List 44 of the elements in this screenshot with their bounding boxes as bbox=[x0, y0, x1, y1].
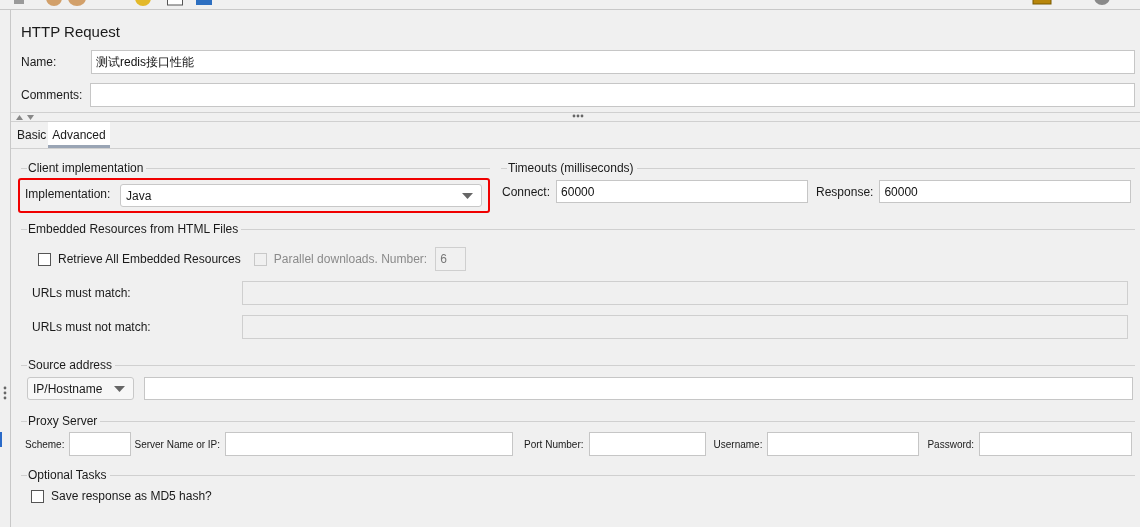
field-label: Connect: bbox=[502, 184, 551, 199]
group-title: Source address bbox=[28, 358, 113, 372]
caret-icon bbox=[462, 192, 473, 199]
field-label: URLs must match: bbox=[32, 286, 132, 300]
proxy-field[interactable] bbox=[588, 432, 706, 456]
tab[interactable]: Advanced bbox=[48, 122, 110, 148]
source-address-field[interactable] bbox=[144, 377, 1133, 400]
timeout-field[interactable]: 60000 bbox=[879, 180, 1132, 203]
implementation-dropdown[interactable]: Java bbox=[120, 184, 482, 207]
field-label: Server Name or IP: bbox=[134, 438, 221, 450]
caret-icon bbox=[114, 385, 125, 392]
field-label: Response: bbox=[816, 184, 874, 199]
checkbox-label: Parallel downloads. Number: bbox=[273, 252, 428, 266]
name-field[interactable]: 测试redis接口性能 bbox=[91, 50, 1135, 74]
group-title: Client implementation bbox=[28, 161, 144, 175]
comments-field[interactable] bbox=[90, 83, 1135, 107]
field-label: Implementation: bbox=[25, 187, 112, 201]
field-label: Name: bbox=[21, 55, 58, 69]
group-title: Optional Tasks bbox=[28, 468, 107, 482]
field-label: Scheme: bbox=[25, 438, 65, 450]
proxy-field[interactable] bbox=[767, 432, 920, 456]
timeout-field[interactable]: 60000 bbox=[556, 180, 809, 203]
field-label: Password: bbox=[927, 438, 975, 450]
field-label: Port Number: bbox=[524, 438, 584, 450]
field-label: Comments: bbox=[21, 88, 84, 102]
field-label: URLs must not match: bbox=[32, 320, 152, 334]
grip-icon[interactable] bbox=[3, 386, 7, 400]
checkbox[interactable] bbox=[31, 489, 44, 503]
splitter-grip-icon[interactable] bbox=[572, 114, 584, 118]
checkbox[interactable] bbox=[38, 252, 51, 266]
proxy-field[interactable] bbox=[225, 432, 514, 456]
group-title: Embedded Resources from HTML Files bbox=[28, 222, 239, 236]
field-label: Username: bbox=[713, 438, 763, 450]
checkbox-label: Retrieve All Embedded Resources bbox=[58, 252, 241, 266]
tab[interactable]: Basic bbox=[15, 122, 49, 148]
proxy-field[interactable] bbox=[69, 432, 132, 456]
checkbox-label: Save response as MD5 hash? bbox=[51, 489, 212, 503]
selection-marker bbox=[0, 432, 2, 447]
collapse-arrows-icon[interactable] bbox=[16, 114, 36, 120]
panel-title: HTTP Request bbox=[21, 22, 120, 42]
group-title: Timeouts (milliseconds) bbox=[508, 161, 634, 175]
address-type-dropdown[interactable]: IP/Hostname bbox=[27, 377, 134, 400]
proxy-field[interactable] bbox=[979, 432, 1133, 456]
group-title: Proxy Server bbox=[28, 414, 98, 428]
